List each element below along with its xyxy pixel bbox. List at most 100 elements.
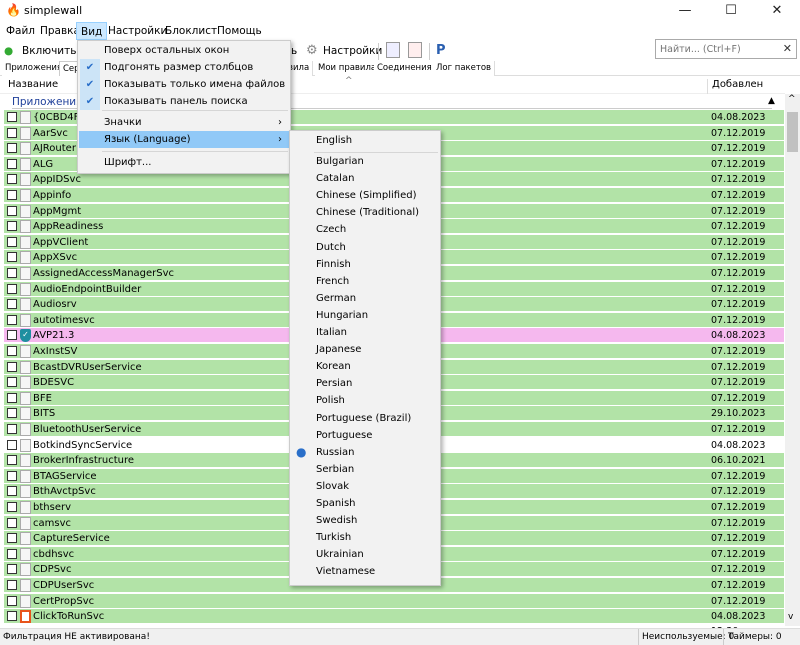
list-item[interactable]: CertPropSvc07.12.2019 11:16: [4, 593, 784, 622]
view-menu-item[interactable]: ✔ Показывать панель поиска: [79, 93, 290, 110]
language-item[interactable]: Korean: [291, 358, 440, 375]
language-item[interactable]: Spanish: [291, 495, 440, 512]
language-item[interactable]: Dutch: [291, 239, 440, 256]
service-name: AudioEndpointBuilder: [33, 283, 142, 295]
row-checkbox[interactable]: [7, 143, 17, 154]
row-checkbox[interactable]: [7, 314, 17, 325]
minimize-button[interactable]: —: [662, 0, 708, 22]
menu-file[interactable]: Файл: [2, 22, 39, 40]
row-checkbox[interactable]: [7, 221, 17, 232]
row-checkbox[interactable]: [7, 268, 17, 278]
clear-search-icon[interactable]: ✕: [783, 42, 792, 55]
row-checkbox[interactable]: [7, 190, 17, 200]
close-button[interactable]: ✕: [754, 0, 800, 22]
language-item[interactable]: English: [291, 132, 440, 149]
search-log-icon[interactable]: [386, 42, 400, 58]
menu-separator: [102, 151, 288, 152]
view-menu-item[interactable]: Значки ›: [79, 114, 290, 131]
language-submenu: English Bulgarian Catalan Chinese (Simplifi…: [289, 130, 441, 586]
column-name[interactable]: Название: [8, 79, 58, 90]
row-checkbox[interactable]: [7, 517, 17, 528]
row-checkbox[interactable]: [7, 548, 17, 559]
language-item[interactable]: Chinese (Simplified): [291, 187, 440, 204]
language-item[interactable]: Chinese (Traditional): [291, 204, 440, 221]
language-item[interactable]: Italian: [291, 324, 440, 341]
row-checkbox[interactable]: [7, 486, 17, 497]
refresh-button[interactable]: ь: [291, 42, 297, 60]
tab-packet-log[interactable]: Лог пакетов: [433, 61, 496, 76]
row-checkbox[interactable]: [7, 283, 17, 294]
row-checkbox[interactable]: [7, 455, 17, 466]
row-checkbox[interactable]: [7, 205, 17, 216]
row-checkbox[interactable]: [7, 236, 17, 247]
row-checkbox[interactable]: [7, 330, 17, 341]
language-item[interactable]: German: [291, 290, 440, 307]
view-menu-item[interactable]: Поверх остальных окон: [79, 42, 290, 59]
language-item[interactable]: Turkish: [291, 529, 440, 546]
service-name: BTAGService: [33, 470, 97, 482]
language-item[interactable]: Serbian: [291, 461, 440, 478]
settings-button[interactable]: Настройки: [323, 42, 382, 60]
language-item[interactable]: Swedish: [291, 512, 440, 529]
language-item[interactable]: Portuguese (Brazil): [291, 410, 440, 427]
view-menu-item[interactable]: ✔ Показывать только имена файлов: [79, 76, 290, 93]
scrollbar-thumb[interactable]: [787, 112, 798, 152]
service-file-icon: [20, 267, 31, 280]
row-checkbox[interactable]: [7, 470, 17, 481]
row-checkbox[interactable]: [7, 377, 17, 388]
language-item[interactable]: Portuguese: [291, 427, 440, 444]
view-menu-item[interactable]: Шрифт...: [79, 154, 290, 171]
tab-my-rules[interactable]: Мои правила: [315, 61, 381, 76]
language-item[interactable]: Czech: [291, 221, 440, 238]
column-added[interactable]: Добавлен: [707, 79, 785, 94]
row-checkbox[interactable]: [7, 439, 17, 450]
language-item[interactable]: Vietnamese: [291, 563, 440, 580]
row-checkbox[interactable]: [7, 299, 17, 310]
row-checkbox[interactable]: [7, 252, 17, 263]
search-input[interactable]: [656, 40, 776, 58]
list-item[interactable]: ClickToRunSvc04.08.2023 12:30: [4, 609, 784, 637]
row-checkbox[interactable]: [7, 424, 17, 434]
row-checkbox[interactable]: [7, 112, 17, 122]
language-item[interactable]: Slovak: [291, 478, 440, 495]
row-checkbox[interactable]: [7, 346, 17, 356]
language-label: French: [316, 275, 350, 287]
row-checkbox[interactable]: [7, 361, 17, 372]
language-item[interactable]: Catalan: [291, 170, 440, 187]
view-menu-item[interactable]: Язык (Language) ›: [79, 131, 290, 148]
language-label: Dutch: [316, 241, 346, 253]
row-checkbox[interactable]: [7, 611, 17, 622]
row-checkbox[interactable]: [7, 127, 17, 138]
row-checkbox[interactable]: [7, 533, 17, 544]
row-checkbox[interactable]: [7, 595, 17, 606]
view-menu-item[interactable]: ✔ Подгонять размер столбцов: [79, 59, 290, 76]
language-item[interactable]: Persian: [291, 375, 440, 392]
menu-help[interactable]: Помощь: [213, 22, 266, 40]
menu-view[interactable]: Вид: [76, 22, 108, 40]
paypal-icon[interactable]: P: [436, 42, 446, 60]
tab-apps[interactable]: Приложения: [2, 61, 67, 76]
scroll-up-icon[interactable]: ^: [788, 94, 796, 104]
language-item[interactable]: French: [291, 273, 440, 290]
language-item[interactable]: Polish: [291, 392, 440, 409]
vertical-scrollbar[interactable]: ^ v: [785, 94, 800, 626]
language-item[interactable]: Japanese: [291, 341, 440, 358]
language-item[interactable]: Bulgarian: [291, 153, 440, 170]
tab-connections[interactable]: Соединения: [374, 61, 436, 76]
row-checkbox[interactable]: [7, 392, 17, 403]
language-item[interactable]: ● Russian: [291, 444, 440, 461]
menu-item-label: Значки: [104, 117, 142, 128]
row-checkbox[interactable]: [7, 408, 17, 419]
scroll-down-icon[interactable]: v: [788, 612, 793, 622]
row-checkbox[interactable]: [7, 158, 17, 169]
row-checkbox[interactable]: [7, 580, 17, 590]
maximize-button[interactable]: ☐: [708, 0, 754, 22]
clear-log-icon[interactable]: [408, 42, 422, 58]
row-checkbox[interactable]: [7, 502, 17, 512]
language-item[interactable]: Hungarian: [291, 307, 440, 324]
collapse-group-icon[interactable]: ▲: [768, 96, 775, 106]
row-checkbox[interactable]: [7, 174, 17, 185]
row-checkbox[interactable]: [7, 564, 17, 575]
language-item[interactable]: Ukrainian: [291, 546, 440, 563]
language-item[interactable]: Finnish: [291, 256, 440, 273]
